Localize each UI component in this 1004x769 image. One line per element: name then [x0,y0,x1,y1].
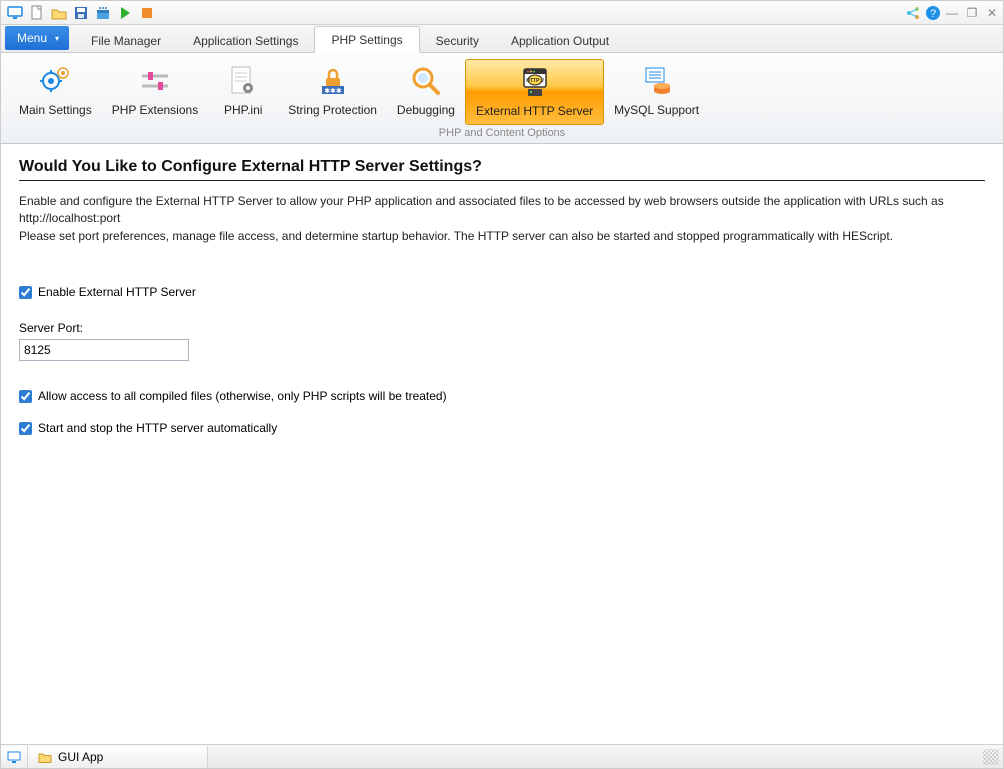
minimize-icon[interactable]: — [945,6,959,20]
ribbon-external-http-server[interactable]: HTTP:// External HTTP Server [465,59,604,125]
menu-button[interactable]: Menu ▾ [5,26,69,50]
help-icon[interactable]: ? [925,5,939,21]
ribbon-group-caption: PHP and Content Options [1,125,1003,143]
allow-access-checkbox-row[interactable]: Allow access to all compiled files (othe… [19,389,985,403]
ribbon-panel: Main Settings PHP Extensions PHP.ini ✱✱✱… [1,53,1003,144]
folder-icon [38,750,52,764]
new-file-icon[interactable] [27,3,47,23]
svg-text:?: ? [930,8,936,20]
ribbon-item-label: Debugging [397,103,455,117]
tab-application-output[interactable]: Application Output [495,28,625,53]
ribbon-main-settings[interactable]: Main Settings [9,59,102,125]
tab-security[interactable]: Security [420,28,495,53]
ribbon-group-php-content: Main Settings PHP Extensions PHP.ini ✱✱✱… [1,53,1003,125]
allow-access-checkbox[interactable] [19,390,32,403]
quick-access-toolbar: ? — ❐ ✕ [1,1,1003,25]
svg-text:HTTP://: HTTP:// [526,78,544,84]
server-port-input[interactable] [19,339,189,361]
play-icon[interactable] [115,3,135,23]
ribbon-item-label: String Protection [288,103,377,117]
restore-icon[interactable]: ❐ [965,6,979,20]
enable-http-label: Enable External HTTP Server [38,285,196,299]
magnifier-icon [408,63,444,99]
monitor-icon[interactable] [5,3,25,23]
allow-access-label: Allow access to all compiled files (othe… [38,389,447,403]
main-content: Would You Like to Configure External HTT… [1,144,1003,744]
ribbon-item-label: MySQL Support [614,103,699,117]
enable-http-checkbox[interactable] [19,286,32,299]
http-server-icon: HTTP:// [517,64,553,100]
share-icon[interactable] [905,5,919,21]
lock-string-icon: ✱✱✱ [315,63,351,99]
ribbon-string-protection[interactable]: ✱✱✱ String Protection [278,59,387,125]
server-port-label: Server Port: [19,321,985,335]
auto-start-checkbox[interactable] [19,422,32,435]
chevron-down-icon: ▾ [55,34,59,43]
ribbon-item-label: Main Settings [19,103,92,117]
gears-icon [37,63,73,99]
taskbar-app-icon[interactable] [1,746,28,768]
status-taskbar: GUI App [1,744,1003,768]
stop-icon[interactable] [137,3,157,23]
ribbon-php-ini[interactable]: PHP.ini [208,59,278,125]
tab-application-settings[interactable]: Application Settings [177,28,314,53]
auto-start-label: Start and stop the HTTP server automatic… [38,421,277,435]
save-icon[interactable] [71,3,91,23]
svg-text:✱✱✱: ✱✱✱ [324,87,342,95]
ribbon-item-label: External HTTP Server [476,104,593,118]
enable-http-checkbox-row[interactable]: Enable External HTTP Server [19,285,985,299]
resize-grip-icon[interactable] [983,749,999,765]
open-icon[interactable] [49,3,69,23]
document-gear-icon [225,63,261,99]
ribbon-mysql-support[interactable]: MySQL Support [604,59,709,125]
auto-start-checkbox-row[interactable]: Start and stop the HTTP server automatic… [19,421,985,435]
page-description: Enable and configure the External HTTP S… [19,193,979,245]
page-title: Would You Like to Configure External HTT… [19,158,985,181]
ribbon-tab-strip: Menu ▾ File Manager Application Settings… [1,25,1003,53]
package-icon[interactable] [93,3,113,23]
mysql-icon [639,63,675,99]
ribbon-item-label: PHP Extensions [112,103,199,117]
close-icon[interactable]: ✕ [985,6,999,20]
slider-icon [137,63,173,99]
ribbon-debugging[interactable]: Debugging [387,59,465,125]
ribbon-php-extensions[interactable]: PHP Extensions [102,59,209,125]
taskbar-app-label: GUI App [58,750,103,764]
ribbon-item-label: PHP.ini [224,103,262,117]
tab-file-manager[interactable]: File Manager [75,28,177,53]
menu-button-label: Menu [17,31,47,45]
taskbar-gui-app[interactable]: GUI App [28,746,208,768]
tab-php-settings[interactable]: PHP Settings [314,26,419,53]
